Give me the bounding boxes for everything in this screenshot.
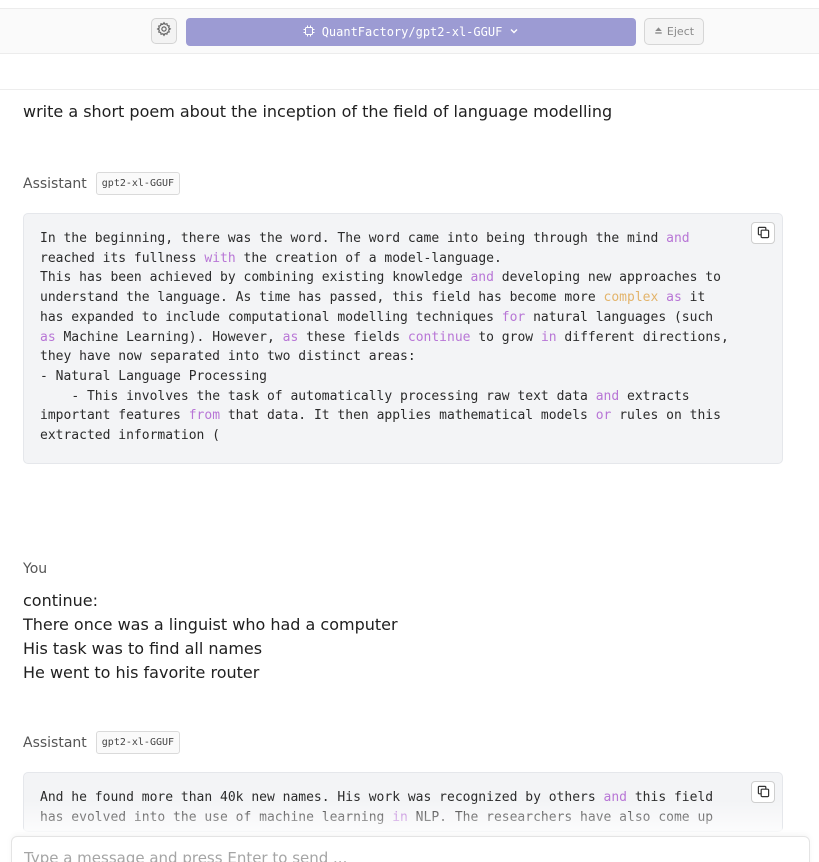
assistant-response-2: And he found more than 40k new names. Hi… — [23, 772, 783, 832]
code-text: this field — [627, 790, 714, 805]
code-line: reached its fullness with the creation o… — [40, 249, 766, 269]
code-keyword: for — [501, 309, 526, 325]
code-keyword: and — [470, 270, 494, 286]
code-keyword: and — [603, 790, 628, 805]
code-text: reached its fullness — [40, 250, 205, 266]
copy-button[interactable] — [751, 781, 775, 803]
code-line: important features from that data. It th… — [40, 406, 766, 426]
code-line: And he found more than 40k new names. Hi… — [40, 788, 766, 808]
you-label: You — [23, 561, 48, 577]
code-text: that data. It then applies mathematical … — [220, 408, 596, 424]
code-keyword: and — [595, 388, 620, 404]
code-keyword: in — [540, 329, 557, 345]
code-text: has expanded to include computational mo… — [40, 309, 502, 325]
code-keyword: as — [666, 290, 682, 306]
code-line: extracted information ( — [40, 426, 766, 446]
copy-button[interactable] — [751, 222, 775, 244]
code-text: This has been achieved by combining exis… — [40, 270, 471, 286]
code-keyword: as — [282, 329, 299, 345]
eject-icon — [654, 25, 663, 38]
message-composer — [11, 836, 810, 862]
code-keyword: continue — [407, 329, 471, 345]
code-text: extracts — [619, 388, 690, 404]
assistant-header-1: Assistant gpt2-xl-GGUF — [23, 172, 181, 195]
code-line: - Natural Language Processing — [40, 367, 766, 387]
code-text: understand the language. As time has pas… — [40, 290, 604, 306]
header-divider — [0, 89, 819, 90]
code-line: they have now separated into two distinc… — [40, 347, 766, 367]
copy-icon — [757, 783, 770, 802]
code-text: important features — [40, 408, 189, 424]
code-text: rules on this — [611, 408, 721, 424]
code-line: has expanded to include computational mo… — [40, 308, 766, 328]
assistant-label: Assistant — [23, 175, 87, 192]
top-bar: QuantFactory/gpt2-xl-GGUF Eject — [0, 8, 819, 54]
gear-icon — [156, 21, 172, 41]
code-text: different directions, — [556, 329, 729, 345]
assistant-response-1: In the beginning, there was the word. Th… — [23, 213, 783, 464]
code-text: - Natural Language Processing — [40, 368, 267, 384]
code-keyword: in — [392, 809, 408, 825]
assistant-label: Assistant — [23, 734, 87, 751]
user-prompt: write a short poem about the inception o… — [23, 102, 613, 121]
model-badge: gpt2-xl-GGUF — [95, 731, 181, 754]
eject-label: Eject — [666, 25, 695, 38]
code-line: has evolved into the use of machine lear… — [40, 808, 766, 828]
code-text: extracted information ( — [40, 428, 221, 444]
assistant-header-2: Assistant gpt2-xl-GGUF — [23, 731, 181, 754]
code-text: And he found more than 40k new names. Hi… — [40, 790, 604, 805]
code-keyword: as — [40, 329, 56, 345]
code-keyword: complex — [603, 290, 659, 306]
message-input[interactable] — [24, 849, 784, 862]
code-line: - This involves the task of automaticall… — [40, 387, 766, 407]
code-keyword: and — [666, 231, 690, 246]
code-text: to grow — [470, 329, 541, 345]
code-keyword: or — [595, 408, 612, 424]
code-text: developing new approaches to — [493, 270, 721, 286]
code-text: - This involves the task of automaticall… — [40, 388, 596, 404]
code-text: NLP. The researchers have also come up — [407, 809, 714, 825]
code-line: This has been achieved by combining exis… — [40, 268, 766, 288]
code-text: has evolved into the use of machine lear… — [40, 809, 393, 825]
copy-icon — [757, 224, 770, 243]
code-text: In the beginning, there was the word. Th… — [40, 231, 667, 246]
model-selector[interactable]: QuantFactory/gpt2-xl-GGUF — [186, 18, 636, 46]
code-keyword: from — [188, 408, 221, 424]
model-badge: gpt2-xl-GGUF — [95, 172, 181, 195]
settings-button[interactable] — [151, 18, 177, 44]
code-text: these fields — [298, 329, 408, 345]
chevron-down-icon — [509, 25, 519, 39]
chip-icon — [303, 25, 315, 40]
code-text: natural languages (such — [525, 309, 714, 325]
code-line: understand the language. As time has pas… — [40, 288, 766, 308]
user-message: continue: There once was a linguist who … — [23, 591, 398, 682]
code-text: Machine Learning). However, — [55, 329, 283, 345]
code-line: In the beginning, there was the word. Th… — [40, 229, 766, 249]
code-text: the creation of a model-language. — [235, 250, 502, 266]
code-line: as Machine Learning). However, as these … — [40, 328, 766, 348]
code-text: it — [681, 290, 706, 306]
code-keyword: with — [204, 250, 236, 266]
eject-button[interactable]: Eject — [644, 18, 704, 45]
model-name: QuantFactory/gpt2-xl-GGUF — [321, 25, 503, 39]
code-text: they have now separated into two distinc… — [40, 349, 416, 365]
